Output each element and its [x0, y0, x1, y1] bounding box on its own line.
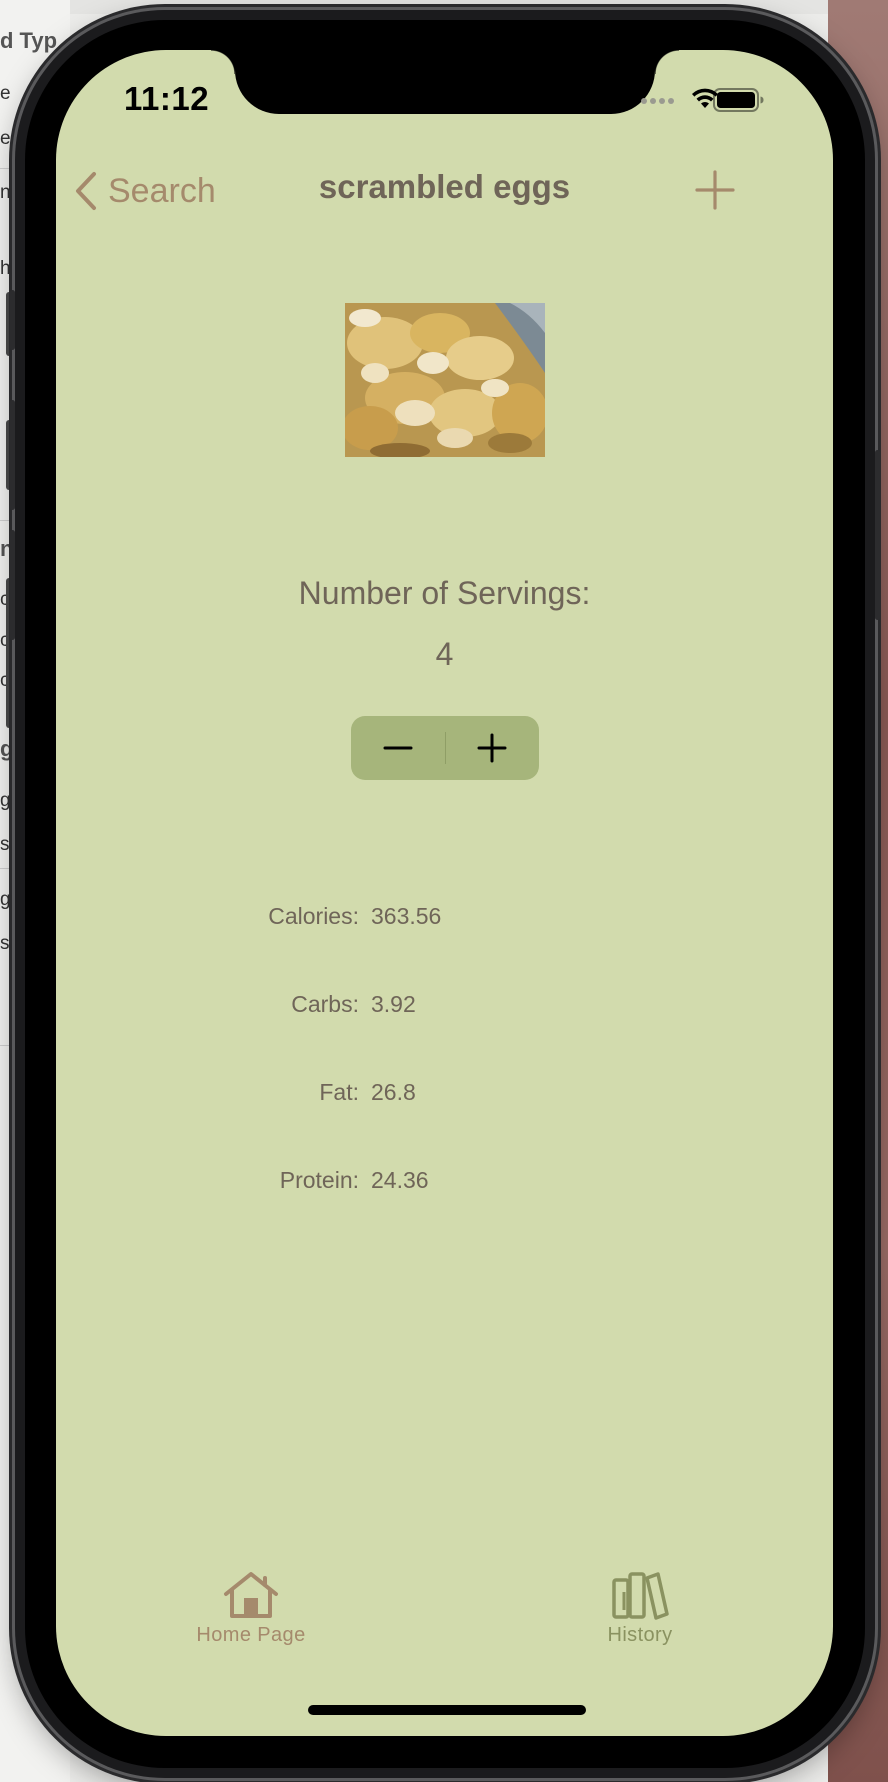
house-icon — [224, 1572, 278, 1618]
servings-value: 4 — [435, 636, 454, 672]
nutrition-label: Carbs: — [291, 991, 359, 1017]
nutrition-label: Fat: — [319, 1079, 359, 1105]
scrambled-eggs-photo — [345, 303, 545, 457]
nutrition-value: 363.56 — [371, 903, 442, 929]
decrement-button[interactable] — [351, 716, 445, 780]
minus-icon — [383, 746, 413, 750]
volume-up-button — [10, 400, 15, 510]
servings-stepper — [351, 716, 539, 780]
background-fragment: g — [0, 889, 11, 910]
background-fragment: s — [0, 933, 10, 954]
plus-icon[interactable] — [693, 168, 737, 212]
volume-down-button — [10, 530, 15, 640]
battery-icon — [713, 88, 764, 112]
background-fragment: n — [0, 182, 11, 203]
food-photo — [345, 303, 545, 457]
nutrition-value: 26.8 — [371, 1079, 416, 1105]
books-icon — [612, 1572, 669, 1620]
tab-label: Home Page — [196, 1624, 306, 1646]
home-indicator — [308, 1705, 586, 1715]
nutrition-value: 3.92 — [371, 991, 416, 1017]
tab-label: History — [607, 1624, 673, 1646]
nutrition-row-calories: Calories: 363.56 — [56, 903, 833, 943]
nutrition-label: Calories: — [268, 903, 359, 929]
nutrition-row-carbs: Carbs: 3.92 — [56, 991, 833, 1031]
plus-icon — [477, 733, 507, 763]
background-fragment: h — [0, 258, 11, 279]
servings-label: Number of Servings: — [298, 575, 591, 611]
nutrition-row-fat: Fat: 26.8 — [56, 1079, 833, 1119]
increment-button[interactable] — [446, 716, 540, 780]
power-button — [875, 450, 880, 620]
status-time: 11:12 — [124, 80, 210, 117]
tab-history[interactable]: History — [540, 1570, 740, 1647]
app-screen: 11:12 Search scrambled eggs Number of Se… — [56, 50, 833, 1736]
background-fragment: g — [0, 790, 11, 811]
tab-home-page[interactable]: Home Page — [151, 1570, 351, 1647]
cellular-signal-icon — [641, 98, 677, 106]
background-fragment: d Typ — [0, 28, 58, 53]
background-fragment: e — [0, 128, 11, 149]
nutrition-row-protein: Protein: 24.36 — [56, 1167, 833, 1207]
background-fragment: e — [0, 83, 11, 104]
nutrition-value: 24.36 — [371, 1167, 429, 1193]
notch — [211, 50, 679, 114]
mute-switch — [10, 290, 15, 350]
background-fragment: s — [0, 834, 10, 855]
nutrition-label: Protein: — [279, 1167, 359, 1193]
